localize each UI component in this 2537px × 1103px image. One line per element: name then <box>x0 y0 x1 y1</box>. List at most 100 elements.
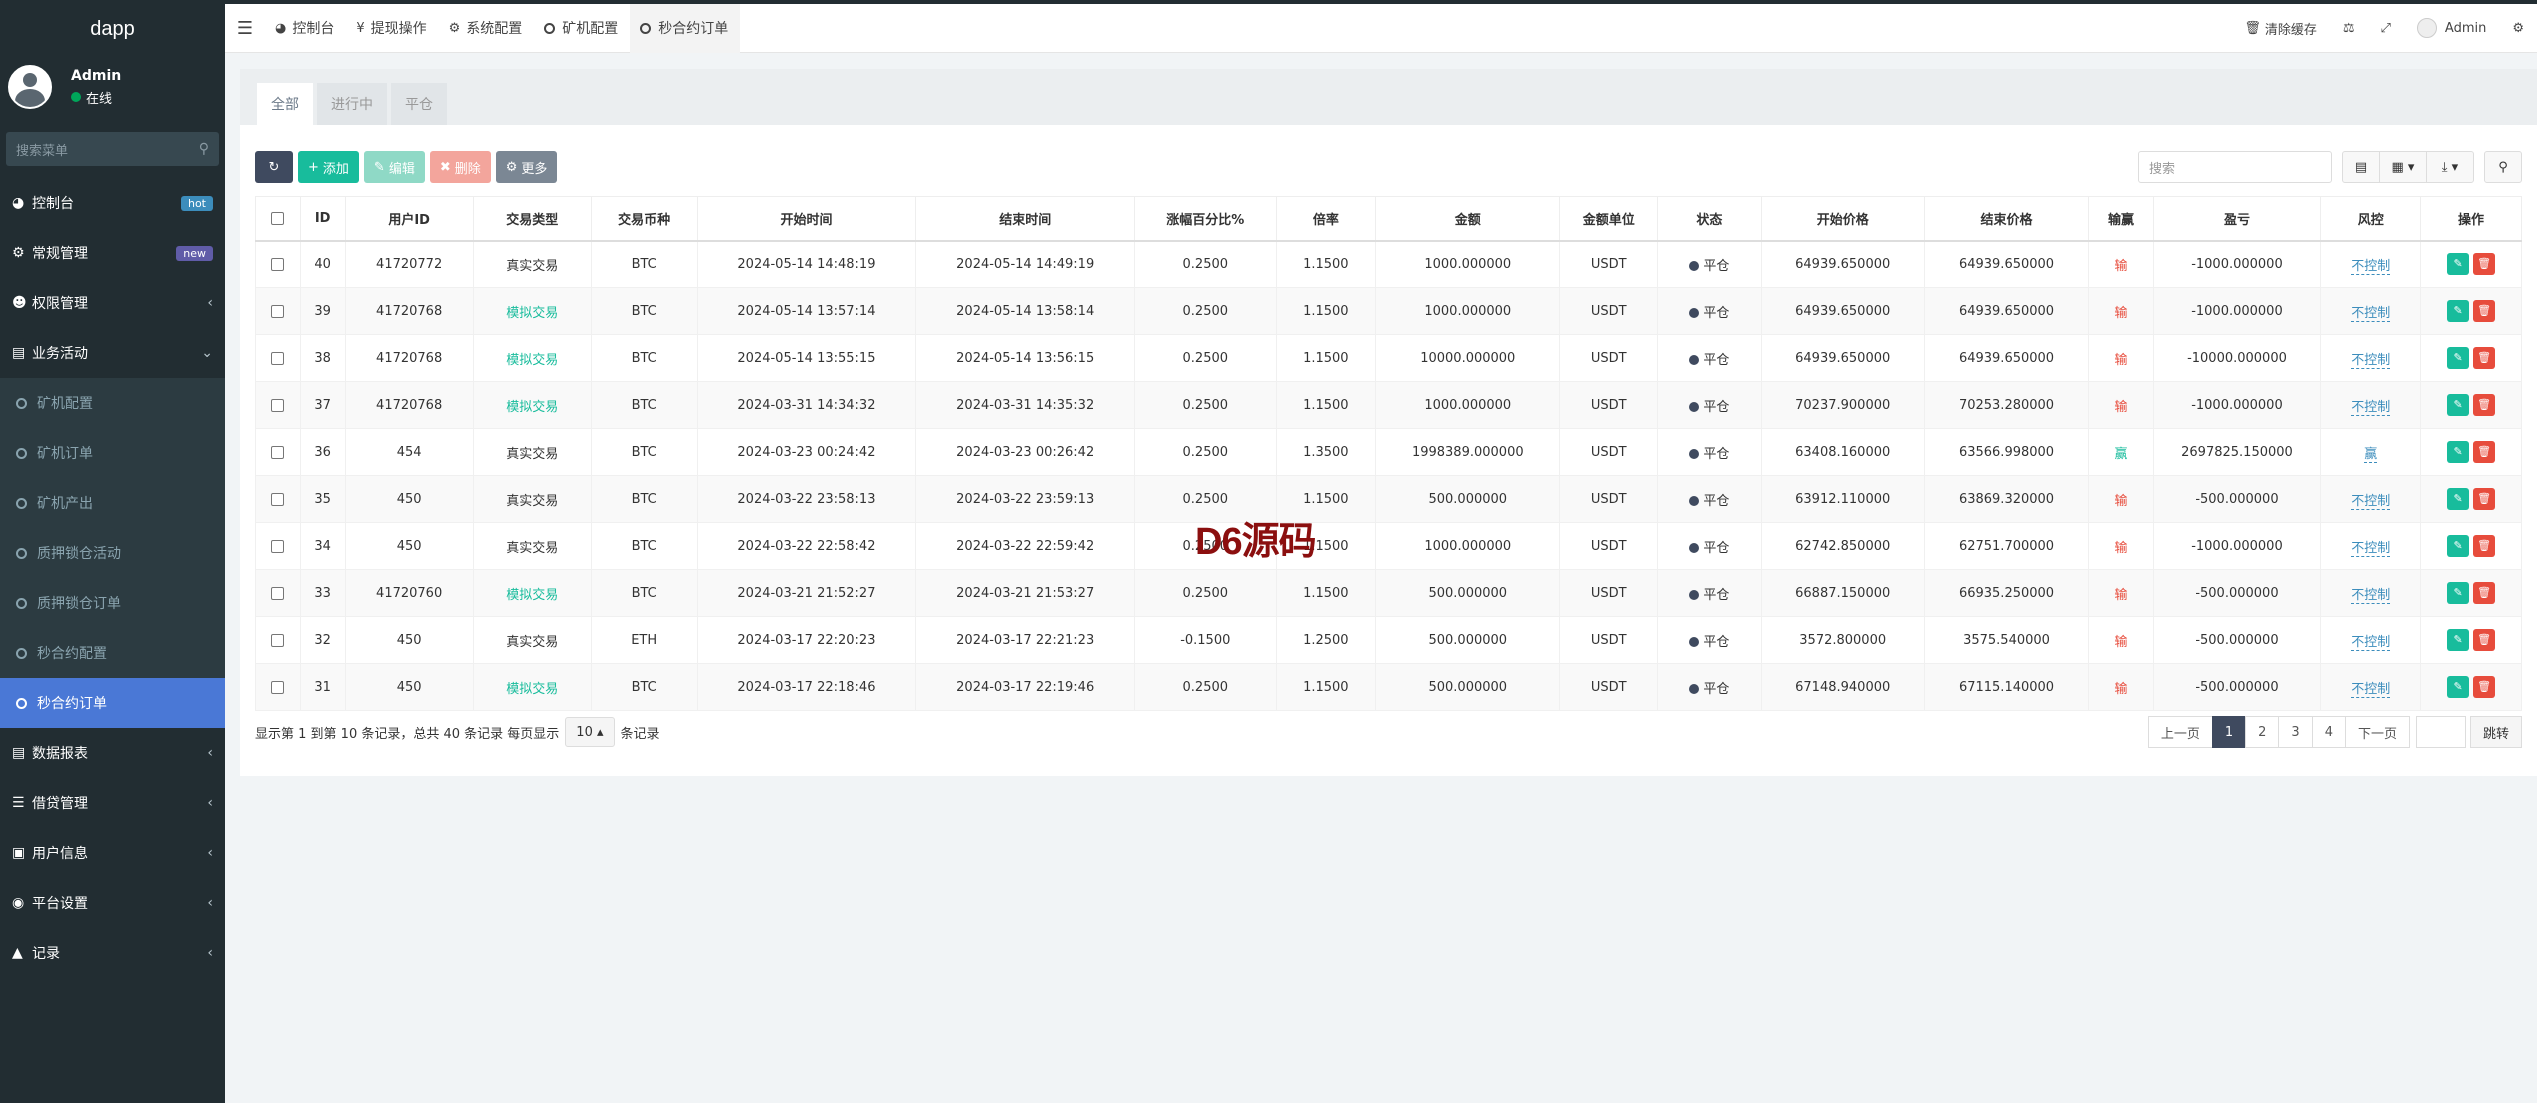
search-icon[interactable]: ⚲ <box>199 141 209 157</box>
table-search-input[interactable]: 搜索 <box>2138 151 2332 183</box>
row-delete-button[interactable]: 🗑 <box>2473 582 2496 604</box>
page-1-button[interactable]: 1 <box>2211 716 2247 748</box>
sidebar-item-staking-orders[interactable]: 质押锁仓订单 <box>0 578 225 628</box>
row-checkbox[interactable] <box>271 257 285 271</box>
risk-control-link[interactable]: 不控制 <box>2351 587 2391 604</box>
risk-control-link[interactable]: 不控制 <box>2351 681 2391 698</box>
tab-contract-orders[interactable]: 秒合约订单 <box>630 3 741 53</box>
tab-all[interactable]: 全部 <box>257 83 313 125</box>
risk-control-link[interactable]: 不控制 <box>2351 305 2391 322</box>
menu-toggle-icon[interactable]: ☰ <box>225 4 265 53</box>
sidebar-item-loan[interactable]: ☰ 借贷管理 ‹ <box>0 778 225 828</box>
add-button[interactable]: + 添加 <box>298 151 359 183</box>
jump-page-input[interactable] <box>2415 716 2466 748</box>
tab-miner-config[interactable]: 矿机配置 <box>534 4 630 53</box>
col-header[interactable]: 用户ID <box>344 196 474 242</box>
row-checkbox[interactable] <box>271 351 285 365</box>
page-4-button[interactable]: 4 <box>2311 716 2346 748</box>
col-header[interactable]: 状态 <box>1657 196 1762 242</box>
sidebar-item-reports[interactable]: ▤ 数据报表 ‹ <box>0 728 225 778</box>
page-3-button[interactable]: 3 <box>2278 716 2313 748</box>
row-checkbox[interactable] <box>271 539 285 553</box>
risk-control-link[interactable]: 赢 <box>2364 446 2378 463</box>
table-row[interactable]: 40 41720772 真实交易 BTC 2024-05-14 14:48:19 2024… <box>255 240 2522 288</box>
tab-withdraw[interactable]: ¥ 提现操作 <box>346 4 438 53</box>
brand-logo[interactable]: dapp <box>0 4 225 54</box>
sidebar-item-dashboard[interactable]: ◕ 控制台 hot <box>0 178 225 228</box>
sidebar-item-records[interactable]: ▲ 记录 ‹ <box>0 928 225 978</box>
sidebar-item-miner-output[interactable]: 矿机产出 <box>0 478 225 528</box>
row-delete-button[interactable]: 🗑 <box>2473 394 2496 416</box>
columns-button[interactable]: ▦ ▾ <box>2379 151 2427 183</box>
row-checkbox[interactable] <box>271 445 285 459</box>
table-row[interactable]: 39 41720768 模拟交易 BTC 2024-05-14 13:57:14 2024… <box>255 287 2522 335</box>
page-size-select[interactable]: 10 ▴ <box>565 717 615 747</box>
clear-cache-button[interactable]: 🗑 清除缓存 <box>2231 19 2330 38</box>
col-header[interactable]: 金额单位 <box>1559 196 1659 242</box>
row-checkbox[interactable] <box>271 680 285 694</box>
row-edit-button[interactable]: ✎ <box>2447 676 2470 698</box>
col-header[interactable]: ID <box>299 196 346 242</box>
sidebar-item-general[interactable]: ⚙ 常规管理 new <box>0 228 225 278</box>
table-row[interactable]: 35 450 真实交易 BTC 2024-03-22 23:58:13 2024-03-2… <box>255 475 2522 523</box>
row-edit-button[interactable]: ✎ <box>2447 394 2470 416</box>
table-row[interactable]: 38 41720768 模拟交易 BTC 2024-05-14 13:55:15 2024… <box>255 334 2522 382</box>
prev-page-button[interactable]: 上一页 <box>2147 716 2213 748</box>
more-button[interactable]: ⚙ 更多 <box>495 151 558 183</box>
select-all-checkbox[interactable] <box>255 196 301 242</box>
tab-dashboard[interactable]: ◕ 控制台 <box>265 4 346 53</box>
sidebar-item-permission[interactable]: ☻ 权限管理 ‹ <box>0 278 225 328</box>
table-row[interactable]: 37 41720768 模拟交易 BTC 2024-03-31 14:34:32 2024… <box>255 381 2522 429</box>
toggle-view-button[interactable]: ▤ <box>2342 151 2380 183</box>
tab-system-config[interactable]: ⚙ 系统配置 <box>439 4 535 53</box>
risk-control-link[interactable]: 不控制 <box>2351 352 2391 369</box>
risk-control-link[interactable]: 不控制 <box>2351 258 2391 275</box>
row-delete-button[interactable]: 🗑 <box>2473 441 2496 463</box>
risk-control-link[interactable]: 不控制 <box>2351 493 2391 510</box>
row-checkbox[interactable] <box>271 304 285 318</box>
sidebar-item-platform[interactable]: ◉ 平台设置 ‹ <box>0 878 225 928</box>
row-delete-button[interactable]: 🗑 <box>2473 347 2496 369</box>
row-delete-button[interactable]: 🗑 <box>2473 535 2496 557</box>
sidebar-item-contract-orders[interactable]: 秒合约订单 <box>0 678 225 728</box>
table-row[interactable]: 32 450 真实交易 ETH 2024-03-17 22:20:23 2024-03-1… <box>255 616 2522 664</box>
sidebar-item-userinfo[interactable]: ▣ 用户信息 ‹ <box>0 828 225 878</box>
advanced-search-button[interactable]: ⚲ <box>2484 151 2522 183</box>
sidebar-search-input[interactable]: 搜索菜单 ⚲ <box>6 132 219 166</box>
admin-menu[interactable]: Admin <box>2404 18 2499 38</box>
delete-button[interactable]: ✖ 删除 <box>429 151 491 183</box>
risk-control-link[interactable]: 不控制 <box>2351 634 2391 651</box>
edit-button[interactable]: ✎ 编辑 <box>363 151 425 183</box>
row-delete-button[interactable]: 🗑 <box>2473 488 2496 510</box>
row-edit-button[interactable]: ✎ <box>2447 629 2470 651</box>
fullscreen-icon[interactable]: ⤢ <box>2368 21 2404 36</box>
row-edit-button[interactable]: ✎ <box>2447 300 2470 322</box>
next-page-button[interactable]: 下一页 <box>2344 716 2410 748</box>
export-button[interactable]: ⤓ ▾ <box>2426 151 2474 183</box>
risk-control-link[interactable]: 不控制 <box>2351 540 2391 557</box>
sidebar-item-miner-orders[interactable]: 矿机订单 <box>0 428 225 478</box>
row-checkbox[interactable] <box>271 633 285 647</box>
page-2-button[interactable]: 2 <box>2245 716 2280 748</box>
table-row[interactable]: 36 454 真实交易 BTC 2024-03-23 00:24:42 2024-03-2… <box>255 428 2522 476</box>
table-row[interactable]: 33 41720760 模拟交易 BTC 2024-03-21 21:52:27 2024… <box>255 569 2522 617</box>
jump-button[interactable]: 跳转 <box>2469 716 2522 748</box>
row-checkbox[interactable] <box>271 398 285 412</box>
row-delete-button[interactable]: 🗑 <box>2473 253 2496 276</box>
col-header[interactable]: 输赢 <box>2088 196 2154 242</box>
row-edit-button[interactable]: ✎ <box>2447 347 2470 369</box>
refresh-button[interactable]: ↻ <box>255 151 293 183</box>
table-row[interactable]: 34 450 真实交易 BTC 2024-03-22 22:58:42 2024-03-2… <box>255 522 2522 570</box>
col-header[interactable]: 交易类型 <box>472 196 592 242</box>
tab-in-progress[interactable]: 进行中 <box>317 83 387 125</box>
col-header[interactable]: 开始时间 <box>696 196 917 242</box>
row-edit-button[interactable]: ✎ <box>2447 488 2470 510</box>
table-row[interactable]: 31 450 模拟交易 BTC 2024-03-17 22:18:46 2024-03-1… <box>255 663 2522 711</box>
col-header[interactable]: 涨幅百分比% <box>1134 196 1277 242</box>
row-delete-button[interactable]: 🗑 <box>2473 300 2496 322</box>
sidebar-item-staking-activity[interactable]: 质押锁仓活动 <box>0 528 225 578</box>
risk-control-link[interactable]: 不控制 <box>2351 399 2391 416</box>
row-edit-button[interactable]: ✎ <box>2447 441 2470 463</box>
col-header[interactable]: 结束时间 <box>915 196 1136 242</box>
sidebar-item-miner-config[interactable]: 矿机配置 <box>0 378 225 428</box>
